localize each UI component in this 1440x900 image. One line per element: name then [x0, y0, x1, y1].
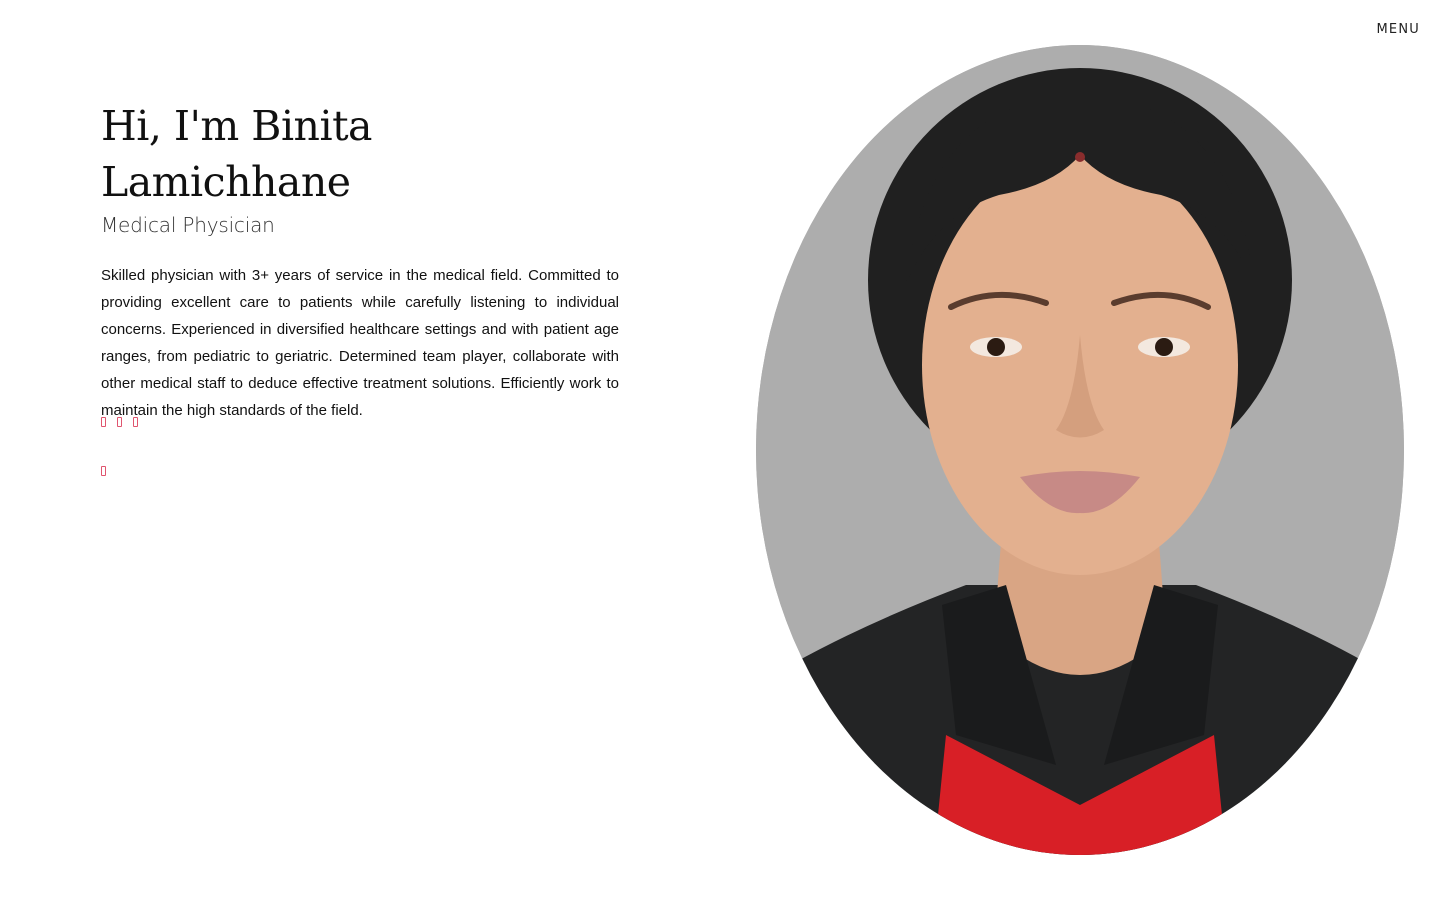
social-icon[interactable] — [101, 466, 106, 476]
bio-paragraph: Skilled physician with 3+ years of servi… — [101, 267, 619, 419]
social-icon[interactable] — [117, 417, 122, 427]
portrait-illustration — [756, 45, 1404, 855]
menu-button[interactable]: MENU — [1377, 22, 1420, 37]
page-title: Hi, I'm Binita Lamichhane — [101, 102, 373, 206]
intro-section: Hi, I'm Binita Lamichhane Medical Physic… — [101, 98, 619, 424]
profile-photo — [756, 45, 1404, 855]
job-title: Medical Physician — [101, 213, 275, 237]
social-icon[interactable] — [133, 417, 138, 427]
social-links — [101, 417, 138, 427]
social-links-secondary — [101, 463, 106, 481]
social-icon[interactable] — [101, 417, 106, 427]
